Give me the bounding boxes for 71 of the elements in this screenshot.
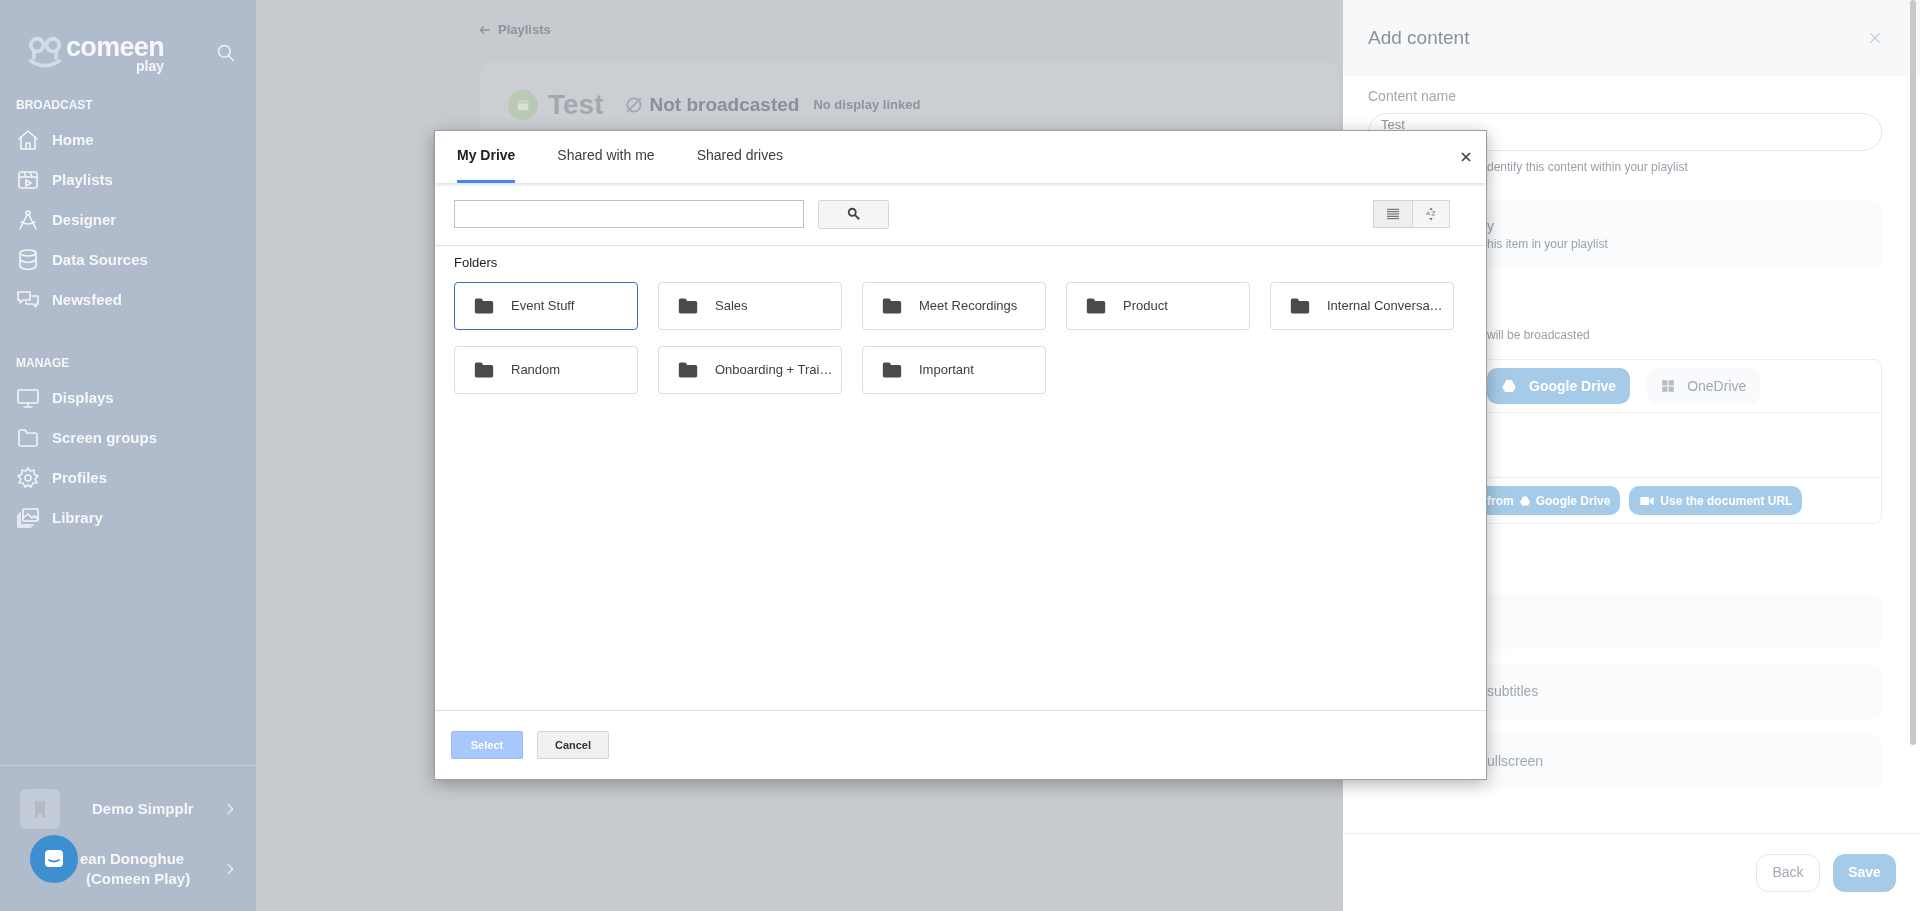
section-heading: BROADCAST — [16, 97, 94, 114]
close-button[interactable] — [1460, 151, 1472, 163]
tab[interactable]: Shared with me — [557, 131, 655, 183]
windows-logo-icon — [1661, 379, 1676, 393]
field-label: Content name — [1368, 87, 1457, 106]
list-view-button[interactable] — [1373, 200, 1413, 228]
folder-item[interactable]: Product — [1066, 281, 1250, 330]
user-name: ean Donoghue — [80, 849, 186, 869]
nav-item[interactable]: Playlists — [16, 160, 240, 200]
section-heading: Folders — [454, 254, 499, 272]
logo-tagline: play — [136, 58, 164, 73]
folder-item[interactable]: Event Stuff — [454, 281, 638, 330]
close-icon — [1868, 31, 1882, 45]
back-link[interactable]: Playlists — [478, 20, 1339, 40]
nav-item[interactable]: Designer — [16, 200, 240, 240]
close-icon — [1460, 151, 1472, 163]
nav-item[interactable]: Library — [16, 498, 240, 538]
cancel-button[interactable]: Cancel — [537, 731, 609, 759]
tab[interactable]: My Drive — [457, 131, 516, 183]
tab[interactable]: Shared drives — [696, 131, 784, 183]
calendar-icon — [515, 97, 531, 113]
save-button[interactable]: Save — [1833, 853, 1896, 892]
nav-item[interactable]: Screen groups — [16, 418, 240, 458]
gear-icon — [16, 466, 40, 490]
database-icon — [16, 248, 40, 272]
search-field[interactable] — [454, 200, 804, 228]
scrollbar[interactable] — [1910, 0, 1916, 745]
user-menu[interactable]: ean Donoghue (Comeen Play) — [0, 837, 256, 901]
nav-item[interactable]: Displays — [16, 378, 240, 418]
folder-icon — [16, 426, 40, 450]
action-button[interactable]: Use the document URL — [1629, 486, 1803, 515]
back-button[interactable]: Back — [1756, 853, 1820, 892]
source-tab[interactable]: Google Drive — [1487, 368, 1631, 404]
user-name: (Comeen Play) — [85, 869, 191, 889]
folder-item[interactable]: Random — [454, 345, 638, 394]
home-icon — [16, 128, 40, 152]
monitor-icon — [16, 386, 40, 410]
nav-item[interactable]: Data Sources — [16, 240, 240, 280]
organization-switcher[interactable]: Demo Simpplr — [0, 781, 256, 837]
field-hint: dentify this content within your playlist — [1487, 159, 1689, 175]
folder-item[interactable]: Important — [862, 345, 1046, 394]
logo-name: comeen — [66, 33, 164, 61]
card-subtitle: his item in your playlist — [1487, 235, 1609, 253]
folder-item[interactable]: Meet Recordings — [862, 281, 1046, 330]
sort-icon — [1424, 206, 1438, 222]
clapperboard-icon — [16, 168, 40, 192]
nav-item[interactable]: Home — [16, 120, 240, 160]
no-entry-icon — [623, 95, 644, 115]
list-icon — [1385, 206, 1401, 222]
drawer-title: Add content — [1368, 25, 1470, 50]
section-subtitle: will be broadcasted — [1487, 327, 1591, 344]
search-button[interactable] — [818, 199, 889, 229]
option-label: ullscreen — [1487, 752, 1544, 771]
folder-item[interactable]: Internal Conversa… — [1270, 281, 1454, 330]
nav-item[interactable]: Profiles — [16, 458, 240, 498]
action-button[interactable]: from Google Drive — [1487, 486, 1621, 515]
folder-item[interactable]: Onboarding + Trai… — [658, 345, 842, 394]
option-label: subtitles — [1487, 682, 1539, 701]
search-icon — [216, 43, 236, 63]
section-heading: MANAGE — [16, 355, 71, 372]
images-icon — [16, 506, 40, 530]
arrow-left-icon — [478, 23, 492, 37]
display-info: No display linked — [813, 96, 921, 115]
source-tab[interactable]: OneDrive — [1647, 368, 1761, 404]
sort-button[interactable] — [1413, 200, 1450, 228]
nav-item[interactable]: Newsfeed — [16, 280, 240, 320]
broadcast-status: Not broadcasted — [649, 92, 800, 117]
compass-drawing-icon — [16, 208, 40, 232]
search-icon — [846, 207, 861, 221]
card-title: y — [1487, 216, 1495, 235]
folder-item[interactable]: Sales — [658, 281, 842, 330]
